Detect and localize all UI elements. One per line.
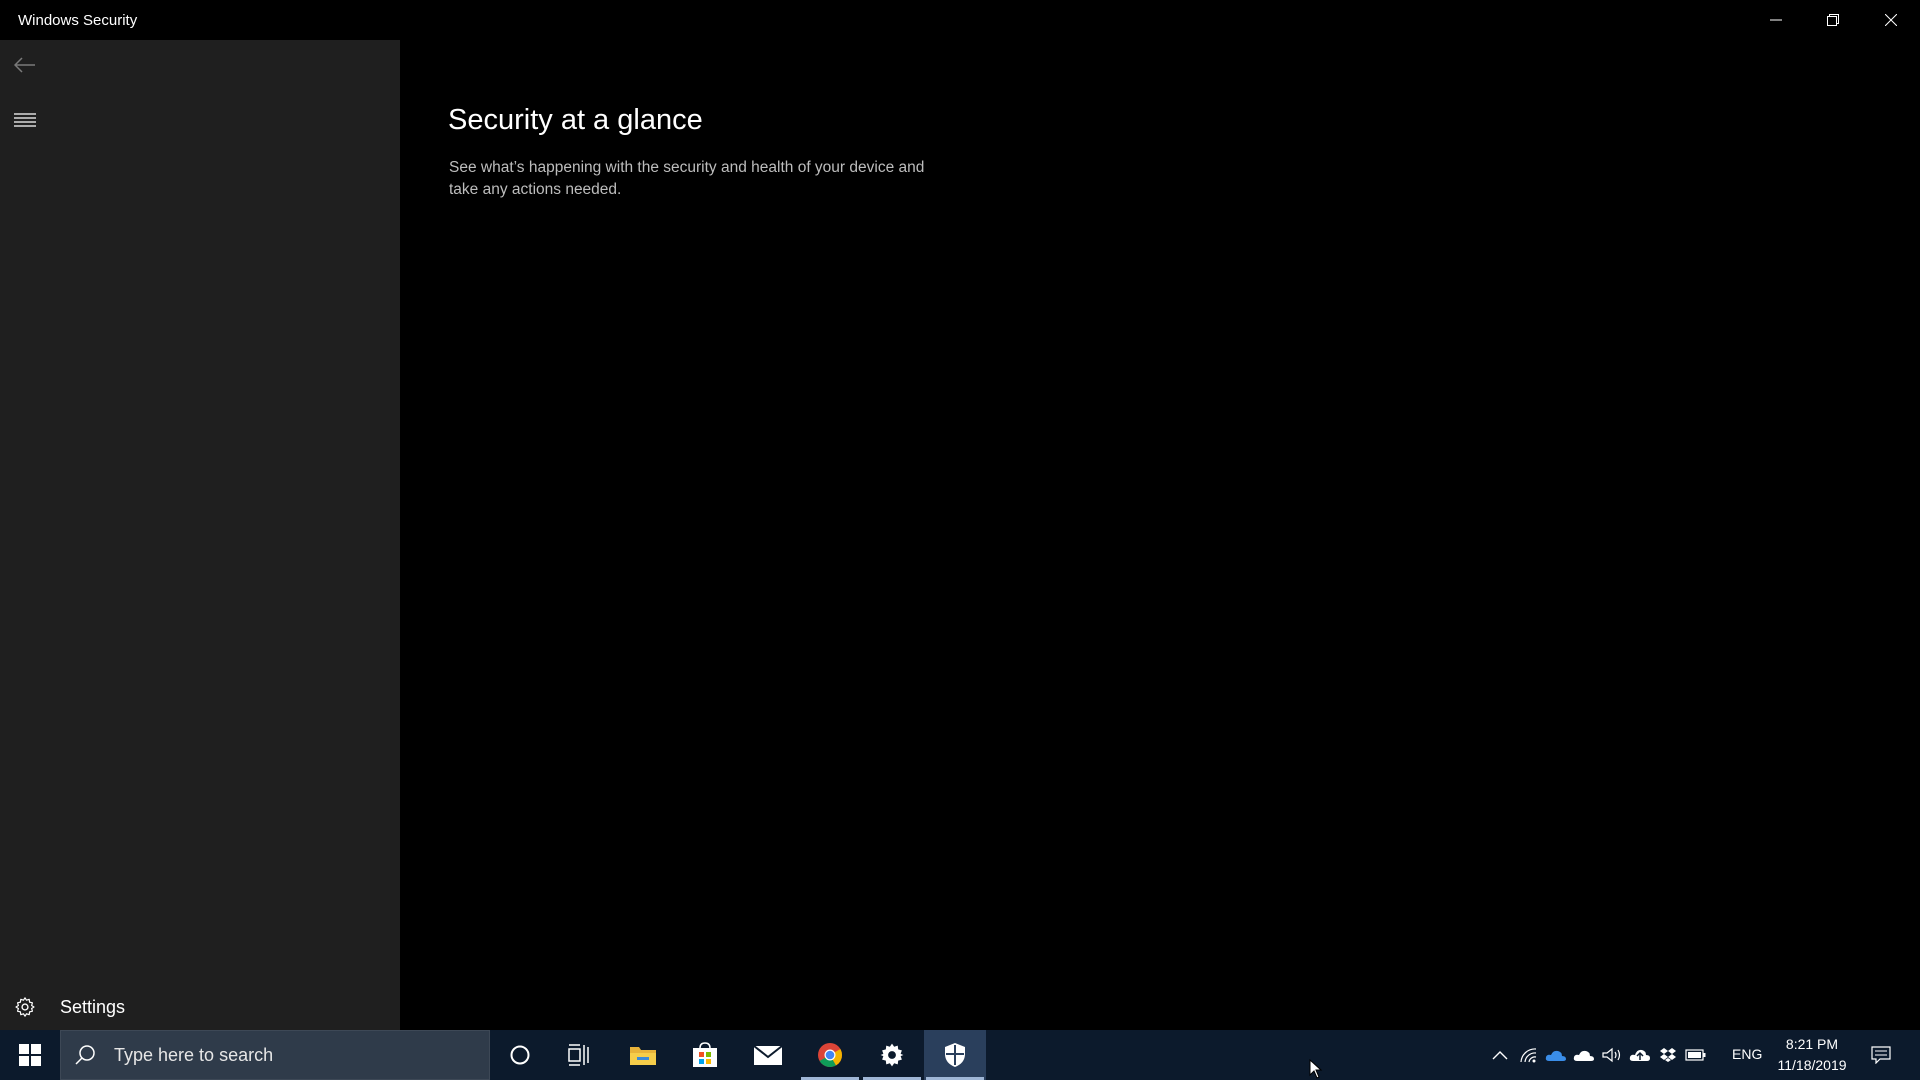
taskbar-windows-security[interactable]	[924, 1030, 986, 1080]
settings-icon	[880, 1043, 904, 1067]
windows-logo-icon	[19, 1044, 41, 1066]
title-bar: Windows Security	[0, 0, 1920, 40]
page-description: See what’s happening with the security a…	[449, 159, 925, 198]
dropbox-button[interactable]	[1654, 1030, 1682, 1080]
taskbar-settings[interactable]	[861, 1030, 923, 1080]
taskbar-file-explorer[interactable]	[612, 1030, 674, 1080]
microsoft-store-icon	[693, 1042, 717, 1067]
wifi-icon	[1520, 1048, 1537, 1063]
onedrive-personal-button[interactable]	[1570, 1030, 1598, 1080]
window-title: Windows Security	[18, 12, 138, 29]
main-content: Security at a glance See what’s happenin…	[400, 40, 1920, 1030]
search-icon	[74, 1044, 98, 1066]
search-placeholder: Type here to search	[114, 1044, 274, 1065]
network-button[interactable]	[1514, 1030, 1542, 1080]
onedrive-blue-cloud-icon	[1545, 1050, 1566, 1061]
navigation-sidebar: Settings	[0, 40, 400, 1030]
dropbox-icon	[1660, 1048, 1676, 1062]
clock-time: 8:21 PM	[1785, 1036, 1839, 1052]
back-button[interactable]	[10, 50, 40, 80]
taskbar-chrome[interactable]	[799, 1030, 861, 1080]
minimize-button[interactable]	[1747, 0, 1804, 40]
file-explorer-icon	[630, 1047, 656, 1065]
input-language[interactable]: ENG	[1732, 1046, 1762, 1062]
hamburger-icon	[14, 113, 36, 127]
system-tray	[1486, 1030, 1710, 1080]
sidebar-item-label: Settings	[60, 996, 126, 1017]
notification-icon	[1871, 1046, 1891, 1064]
restore-button[interactable]	[1804, 0, 1861, 40]
page-title: Security at a glance	[448, 104, 703, 136]
taskbar-clock[interactable]: 8:21 PM 11/18/2019	[1772, 1034, 1852, 1076]
task-view-icon	[568, 1044, 589, 1066]
start-button[interactable]	[0, 1030, 60, 1080]
taskbar-mail[interactable]	[737, 1030, 799, 1080]
cortana-button[interactable]	[489, 1030, 551, 1080]
cloud-icon	[1573, 1050, 1594, 1061]
restore-icon	[1826, 14, 1839, 26]
taskbar: Type here to search ENG 8:21 PM 11/18/20…	[0, 1030, 1920, 1080]
close-button[interactable]	[1862, 0, 1919, 40]
onedrive-button[interactable]	[1542, 1030, 1570, 1080]
cloud-upload-icon	[1629, 1049, 1650, 1061]
chrome-icon	[818, 1043, 842, 1068]
menu-button[interactable]	[10, 105, 40, 135]
battery-icon	[1685, 1049, 1706, 1061]
taskbar-microsoft-store[interactable]	[674, 1030, 736, 1080]
battery-button[interactable]	[1682, 1030, 1710, 1080]
cloud-upload-button[interactable]	[1626, 1030, 1654, 1080]
chevron-up-icon	[1492, 1051, 1508, 1060]
close-icon	[1884, 14, 1897, 26]
taskbar-search-box[interactable]: Type here to search	[60, 1030, 490, 1080]
speaker-icon	[1602, 1047, 1621, 1063]
action-center-button[interactable]	[1862, 1030, 1900, 1080]
back-arrow-icon	[14, 57, 35, 73]
gear-icon	[13, 995, 37, 1019]
sidebar-item-settings[interactable]: Settings	[0, 984, 400, 1030]
cortana-icon	[510, 1045, 530, 1065]
mouse-cursor-icon	[1309, 1059, 1323, 1079]
clock-date: 11/18/2019	[1777, 1057, 1847, 1073]
windows-security-icon	[945, 1043, 965, 1067]
mail-icon	[753, 1045, 783, 1065]
minimize-icon	[1769, 19, 1782, 21]
show-hidden-icons-button[interactable]	[1486, 1030, 1514, 1080]
task-view-button[interactable]	[549, 1030, 611, 1080]
volume-button[interactable]	[1598, 1030, 1626, 1080]
